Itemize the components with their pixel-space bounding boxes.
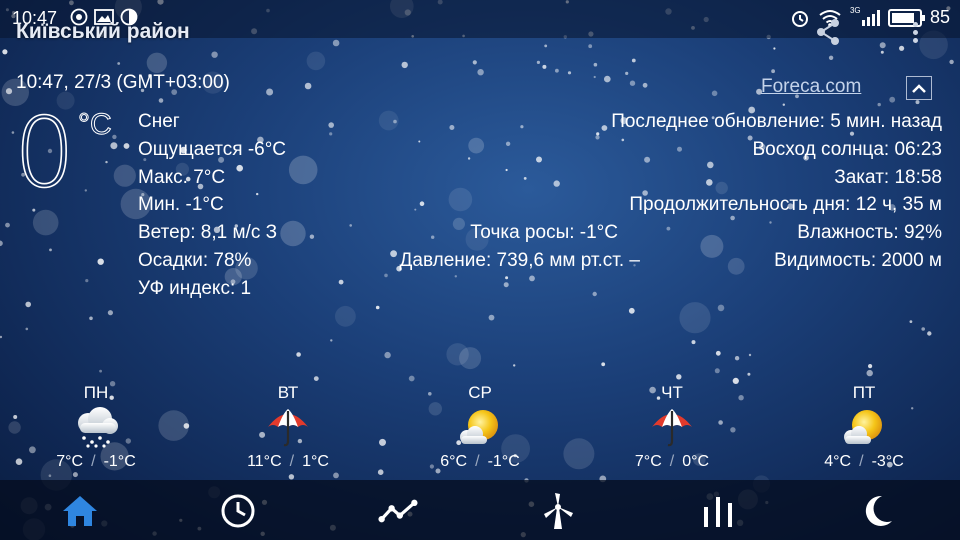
day-high: 7°C [634, 453, 662, 470]
wind: Ветер: 8,1 м/с З [138, 222, 278, 244]
moon-icon [865, 495, 892, 526]
atmosphere-details: Точка росы: -1°C Давление: 739,6 мм рт.с… [360, 219, 640, 275]
day-temps: 4°C / -3°C [824, 453, 904, 470]
wind-turbine-icon [544, 493, 573, 529]
alarm-icon [791, 10, 808, 27]
collapse-button[interactable] [906, 76, 932, 100]
forecast-day[interactable]: СР 6°C / -1°C [420, 383, 540, 471]
snow-cloud-icon [78, 407, 118, 448]
day-low: 0°C [682, 453, 710, 470]
signal-icon [861, 9, 880, 26]
day-label: СР [468, 383, 492, 402]
nav-stats[interactable] [698, 494, 738, 528]
trend-icon [378, 499, 418, 523]
forecast-day[interactable]: ВТ 11°C/1°C [228, 383, 348, 471]
forecast-day[interactable]: ПТ 4°C / -3°C [804, 383, 924, 471]
sun-cloud-icon [844, 410, 882, 444]
uv-index: УФ индекс: 1 [138, 277, 252, 299]
day-high: 6°C [440, 453, 468, 470]
day-temps: 6°C / -1°C [440, 453, 520, 470]
signal-label: 3G [849, 5, 861, 15]
nav-moon[interactable] [858, 494, 898, 528]
temperature-unit: °C [78, 108, 113, 142]
daily-forecast: ПН 7°C / -1°C ВТ 11°C/1°C СР 6°C / -1°C … [0, 383, 960, 473]
nav-hourly[interactable] [218, 494, 258, 528]
sunrise: Восход солнца: 06:23 [752, 138, 942, 160]
day-low: -1°C [487, 453, 520, 470]
day-label: ВТ [277, 383, 299, 402]
nav-graph[interactable] [378, 494, 418, 528]
home-icon [63, 496, 97, 526]
current-conditions: Снег Ощущается -6°C Макс. 7°C Мин. -1°C … [138, 108, 286, 303]
day-label: ПТ [852, 383, 876, 402]
day-low: 1°C [302, 453, 329, 470]
visibility: Видимость: 2000 м [774, 249, 942, 271]
day-label: ПН [83, 383, 109, 402]
day-temps: 11°C/1°C [247, 453, 329, 470]
umbrella-icon [652, 409, 692, 447]
precipitation: Осадки: 78% [138, 249, 252, 271]
last-update: Последнее обновление: 5 мин. назад [611, 111, 942, 132]
humidity: Влажность: 92% [797, 222, 942, 244]
day-temps: 7°C/0°C [634, 453, 710, 470]
battery-level: 85 [929, 7, 950, 27]
day-temps: 7°C / -1°C [56, 453, 136, 470]
day-low: -1°C [103, 453, 136, 470]
min-temp: Мин. -1°C [138, 194, 224, 216]
day-label: ЧТ [661, 383, 683, 402]
clock-icon [221, 494, 255, 528]
current-temperature: 0 [13, 97, 76, 209]
feels-like: Ощущается -6°C [138, 138, 287, 160]
provider-link[interactable]: Foreca.com [761, 76, 861, 98]
day-low: -3°C [871, 453, 904, 470]
bottom-navigation [0, 480, 960, 540]
day-high: 11°C [247, 453, 282, 470]
forecast-day[interactable]: ПН 7°C / -1°C [36, 383, 156, 471]
day-length: Продолжительность дня: 12 ч, 35 м [629, 194, 942, 216]
sun-details: Последнее обновление: 5 мин. назад Восхо… [611, 108, 942, 275]
nav-wind[interactable] [538, 493, 578, 529]
chevron-up-icon [912, 84, 926, 93]
location-title[interactable]: Київський район [16, 20, 190, 44]
bar-chart-icon [704, 497, 732, 527]
umbrella-icon [268, 409, 308, 447]
share-icon[interactable] [815, 18, 841, 46]
sun-cloud-icon [460, 410, 498, 444]
signal-indicator: 3G [849, 5, 880, 28]
forecast-day[interactable]: ЧТ 7°C/0°C [612, 383, 732, 471]
nav-home[interactable] [60, 494, 100, 528]
day-high: 7°C [56, 453, 84, 470]
max-temp: Макс. 7°C [138, 166, 226, 188]
day-high: 4°C [824, 453, 852, 470]
more-options-icon[interactable] [906, 22, 924, 48]
sunset: Закат: 18:58 [834, 166, 942, 188]
local-datetime: 10:47, 27/3 (GMT+03:00) [16, 72, 230, 93]
condition-text: Снег [138, 111, 180, 132]
dew-point: Точка росы: -1°C [470, 222, 618, 243]
pressure: Давление: 739,6 мм рт.ст. – [399, 249, 640, 271]
